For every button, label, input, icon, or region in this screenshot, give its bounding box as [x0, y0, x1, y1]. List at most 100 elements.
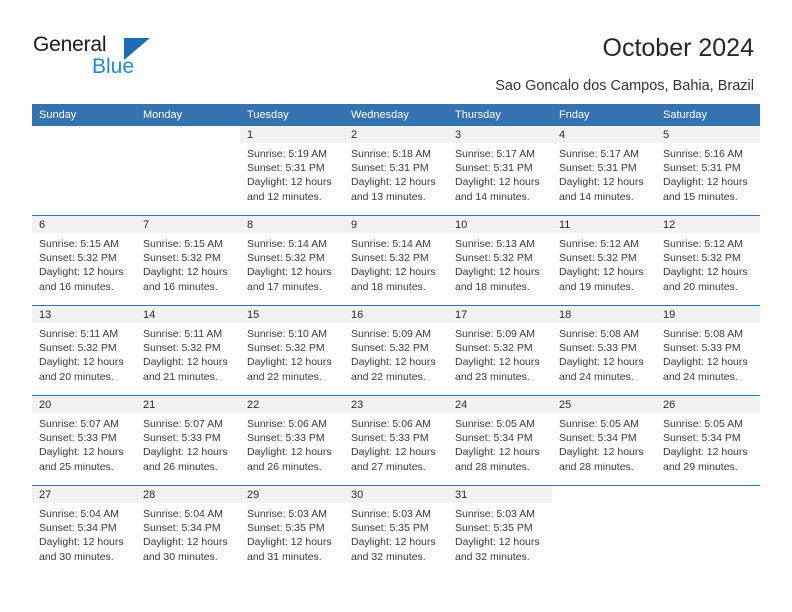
- calendar-day-cell[interactable]: 26 Sunrise: 5:05 AM Sunset: 5:34 PM Dayligh…: [656, 395, 760, 486]
- calendar-day-cell[interactable]: 3 Sunrise: 5:17 AM Sunset: 5:31 PM Daylight…: [448, 126, 552, 216]
- calendar-day-cell[interactable]: 7 Sunrise: 5:15 AM Sunset: 5:32 PM Daylight…: [136, 215, 240, 306]
- day-number: 26: [656, 396, 760, 413]
- calendar-day-cell[interactable]: 8 Sunrise: 5:14 AM Sunset: 5:32 PM Daylight…: [240, 215, 344, 306]
- daylight-duration-line1: Daylight: 12 hours: [39, 446, 124, 459]
- day-details: Sunrise: 5:07 AM Sunset: 5:33 PM Daylight:…: [136, 413, 240, 474]
- calendar-day-cell[interactable]: 11 Sunrise: 5:12 AM Sunset: 5:32 PM Dayligh…: [552, 215, 656, 306]
- calendar-day[interactable]: 16 Sunrise: 5:09 AM Sunset: 5:32 PM Dayligh…: [344, 306, 448, 395]
- calendar-day[interactable]: 4 Sunrise: 5:17 AM Sunset: 5:31 PM Daylight…: [552, 126, 656, 215]
- calendar-day-cell[interactable]: 28 Sunrise: 5:04 AM Sunset: 5:34 PM Dayligh…: [136, 485, 240, 575]
- calendar-day-cell[interactable]: 10 Sunrise: 5:13 AM Sunset: 5:32 PM Dayligh…: [448, 215, 552, 306]
- calendar-day[interactable]: 26 Sunrise: 5:05 AM Sunset: 5:34 PM Dayligh…: [656, 396, 760, 485]
- calendar-day-cell[interactable]: 12 Sunrise: 5:12 AM Sunset: 5:32 PM Dayligh…: [656, 215, 760, 306]
- calendar-day-cell[interactable]: 14 Sunrise: 5:11 AM Sunset: 5:32 PM Dayligh…: [136, 305, 240, 396]
- weekday-header-tuesday: Tuesday: [240, 104, 344, 126]
- calendar-day-cell[interactable]: 16 Sunrise: 5:09 AM Sunset: 5:32 PM Dayligh…: [344, 305, 448, 396]
- calendar-day-cell[interactable]: 29 Sunrise: 5:03 AM Sunset: 5:35 PM Dayligh…: [240, 485, 344, 575]
- day-details: Sunrise: 5:09 AM Sunset: 5:32 PM Daylight:…: [448, 323, 552, 384]
- daylight-duration-line2: and 30 minutes.: [39, 550, 114, 563]
- general-blue-logo[interactable]: General Blue: [33, 33, 163, 81]
- calendar-week-row: 27 Sunrise: 5:04 AM Sunset: 5:34 PM Dayligh…: [32, 485, 760, 575]
- calendar-day-cell[interactable]: 31 Sunrise: 5:03 AM Sunset: 5:35 PM Dayligh…: [448, 485, 552, 575]
- daylight-duration-line2: and 27 minutes.: [351, 460, 426, 473]
- calendar-day[interactable]: 23 Sunrise: 5:06 AM Sunset: 5:33 PM Dayligh…: [344, 396, 448, 485]
- calendar-day[interactable]: 21 Sunrise: 5:07 AM Sunset: 5:33 PM Dayligh…: [136, 396, 240, 485]
- calendar-day[interactable]: 27 Sunrise: 5:04 AM Sunset: 5:34 PM Dayligh…: [32, 486, 136, 575]
- daylight-duration-line2: and 23 minutes.: [455, 370, 530, 383]
- day-number: 22: [240, 396, 344, 413]
- sunset-time: Sunset: 5:33 PM: [247, 432, 325, 445]
- day-number: 31: [448, 486, 552, 503]
- calendar-day[interactable]: 7 Sunrise: 5:15 AM Sunset: 5:32 PM Daylight…: [136, 216, 240, 305]
- calendar-day[interactable]: 3 Sunrise: 5:17 AM Sunset: 5:31 PM Daylight…: [448, 126, 552, 215]
- calendar-day-cell[interactable]: 21 Sunrise: 5:07 AM Sunset: 5:33 PM Dayligh…: [136, 395, 240, 486]
- day-number: 28: [136, 486, 240, 503]
- sunrise-time: Sunrise: 5:10 AM: [247, 328, 327, 340]
- calendar-day[interactable]: 9 Sunrise: 5:14 AM Sunset: 5:32 PM Daylight…: [344, 216, 448, 305]
- calendar-day[interactable]: 15 Sunrise: 5:10 AM Sunset: 5:32 PM Dayligh…: [240, 306, 344, 395]
- calendar-day-cell[interactable]: [656, 485, 760, 575]
- calendar-day[interactable]: 17 Sunrise: 5:09 AM Sunset: 5:32 PM Dayligh…: [448, 306, 552, 395]
- calendar-day[interactable]: 12 Sunrise: 5:12 AM Sunset: 5:32 PM Dayligh…: [656, 216, 760, 305]
- daylight-duration-line1: Daylight: 12 hours: [455, 356, 540, 369]
- calendar-day-cell[interactable]: [32, 126, 136, 216]
- calendar-day-cell[interactable]: 2 Sunrise: 5:18 AM Sunset: 5:31 PM Daylight…: [344, 126, 448, 216]
- calendar-day[interactable]: 22 Sunrise: 5:06 AM Sunset: 5:33 PM Dayligh…: [240, 396, 344, 485]
- calendar-day[interactable]: 31 Sunrise: 5:03 AM Sunset: 5:35 PM Dayligh…: [448, 486, 552, 575]
- daylight-duration-line1: Daylight: 12 hours: [663, 176, 748, 189]
- calendar-day[interactable]: 8 Sunrise: 5:14 AM Sunset: 5:32 PM Daylight…: [240, 216, 344, 305]
- calendar-day[interactable]: 29 Sunrise: 5:03 AM Sunset: 5:35 PM Dayligh…: [240, 486, 344, 575]
- calendar-day-cell[interactable]: 30 Sunrise: 5:03 AM Sunset: 5:35 PM Dayligh…: [344, 485, 448, 575]
- calendar-day-cell[interactable]: 18 Sunrise: 5:08 AM Sunset: 5:33 PM Dayligh…: [552, 305, 656, 396]
- calendar-day-cell[interactable]: 19 Sunrise: 5:08 AM Sunset: 5:33 PM Dayligh…: [656, 305, 760, 396]
- calendar-day-cell[interactable]: [136, 126, 240, 216]
- calendar-day-cell[interactable]: 17 Sunrise: 5:09 AM Sunset: 5:32 PM Dayligh…: [448, 305, 552, 396]
- calendar-day[interactable]: 19 Sunrise: 5:08 AM Sunset: 5:33 PM Dayligh…: [656, 306, 760, 395]
- calendar-day-cell[interactable]: 23 Sunrise: 5:06 AM Sunset: 5:33 PM Dayligh…: [344, 395, 448, 486]
- daylight-duration-line1: Daylight: 12 hours: [455, 536, 540, 549]
- sunrise-time: Sunrise: 5:05 AM: [455, 418, 535, 430]
- calendar-day[interactable]: 20 Sunrise: 5:07 AM Sunset: 5:33 PM Dayligh…: [32, 396, 136, 485]
- calendar-day-cell[interactable]: 25 Sunrise: 5:05 AM Sunset: 5:34 PM Dayligh…: [552, 395, 656, 486]
- calendar-day[interactable]: 13 Sunrise: 5:11 AM Sunset: 5:32 PM Dayligh…: [32, 306, 136, 395]
- calendar-page: General Blue October 2024 Sao Goncalo do…: [0, 0, 792, 612]
- calendar-day-cell[interactable]: 13 Sunrise: 5:11 AM Sunset: 5:32 PM Dayligh…: [32, 305, 136, 396]
- day-details: Sunrise: 5:09 AM Sunset: 5:32 PM Daylight:…: [344, 323, 448, 384]
- calendar-day-cell[interactable]: [552, 485, 656, 575]
- calendar-day[interactable]: 2 Sunrise: 5:18 AM Sunset: 5:31 PM Daylight…: [344, 126, 448, 215]
- calendar-day[interactable]: 28 Sunrise: 5:04 AM Sunset: 5:34 PM Dayligh…: [136, 486, 240, 575]
- calendar-day[interactable]: 18 Sunrise: 5:08 AM Sunset: 5:33 PM Dayligh…: [552, 306, 656, 395]
- calendar-day[interactable]: 11 Sunrise: 5:12 AM Sunset: 5:32 PM Dayligh…: [552, 216, 656, 305]
- sunrise-time: Sunrise: 5:19 AM: [247, 148, 327, 160]
- calendar-day-cell[interactable]: 20 Sunrise: 5:07 AM Sunset: 5:33 PM Dayligh…: [32, 395, 136, 486]
- daylight-duration-line1: Daylight: 12 hours: [663, 356, 748, 369]
- calendar-day[interactable]: 6 Sunrise: 5:15 AM Sunset: 5:32 PM Daylight…: [32, 216, 136, 305]
- day-details: Sunrise: 5:05 AM Sunset: 5:34 PM Daylight:…: [552, 413, 656, 474]
- calendar-day-cell[interactable]: 6 Sunrise: 5:15 AM Sunset: 5:32 PM Daylight…: [32, 215, 136, 306]
- calendar-day-cell[interactable]: 5 Sunrise: 5:16 AM Sunset: 5:31 PM Daylight…: [656, 126, 760, 216]
- calendar-day[interactable]: 25 Sunrise: 5:05 AM Sunset: 5:34 PM Dayligh…: [552, 396, 656, 485]
- calendar-day[interactable]: 14 Sunrise: 5:11 AM Sunset: 5:32 PM Dayligh…: [136, 306, 240, 395]
- calendar-day-cell[interactable]: 9 Sunrise: 5:14 AM Sunset: 5:32 PM Daylight…: [344, 215, 448, 306]
- calendar-day-cell[interactable]: 15 Sunrise: 5:10 AM Sunset: 5:32 PM Dayligh…: [240, 305, 344, 396]
- calendar-day[interactable]: 5 Sunrise: 5:16 AM Sunset: 5:31 PM Daylight…: [656, 126, 760, 215]
- calendar-day[interactable]: 24 Sunrise: 5:05 AM Sunset: 5:34 PM Dayligh…: [448, 396, 552, 485]
- calendar-day-cell[interactable]: 22 Sunrise: 5:06 AM Sunset: 5:33 PM Dayligh…: [240, 395, 344, 486]
- sunset-time: Sunset: 5:34 PM: [559, 432, 637, 445]
- day-details: Sunrise: 5:12 AM Sunset: 5:32 PM Daylight:…: [552, 233, 656, 294]
- calendar-day[interactable]: 10 Sunrise: 5:13 AM Sunset: 5:32 PM Dayligh…: [448, 216, 552, 305]
- calendar-day[interactable]: 30 Sunrise: 5:03 AM Sunset: 5:35 PM Dayligh…: [344, 486, 448, 575]
- sunrise-time: Sunrise: 5:11 AM: [143, 328, 223, 340]
- sunrise-time: Sunrise: 5:05 AM: [559, 418, 639, 430]
- calendar-day[interactable]: 1 Sunrise: 5:19 AM Sunset: 5:31 PM Daylight…: [240, 126, 344, 215]
- calendar-day-cell[interactable]: 27 Sunrise: 5:04 AM Sunset: 5:34 PM Dayligh…: [32, 485, 136, 575]
- daylight-duration-line1: Daylight: 12 hours: [455, 446, 540, 459]
- daylight-duration-line2: and 20 minutes.: [663, 280, 738, 293]
- sunset-time: Sunset: 5:31 PM: [455, 162, 533, 175]
- day-details: Sunrise: 5:04 AM Sunset: 5:34 PM Daylight:…: [136, 503, 240, 564]
- calendar-day-cell[interactable]: 24 Sunrise: 5:05 AM Sunset: 5:34 PM Dayligh…: [448, 395, 552, 486]
- calendar-day-cell[interactable]: 1 Sunrise: 5:19 AM Sunset: 5:31 PM Daylight…: [240, 126, 344, 216]
- calendar-day-cell[interactable]: 4 Sunrise: 5:17 AM Sunset: 5:31 PM Daylight…: [552, 126, 656, 216]
- sunrise-time: Sunrise: 5:14 AM: [247, 238, 327, 250]
- sunrise-time: Sunrise: 5:17 AM: [559, 148, 639, 160]
